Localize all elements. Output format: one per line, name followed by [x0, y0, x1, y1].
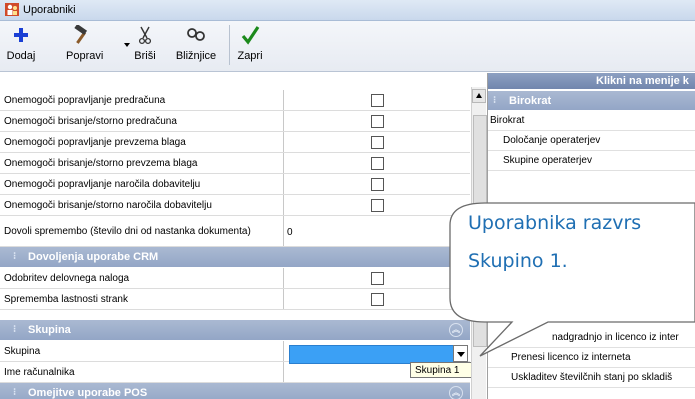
edit-button-label: Popravi: [66, 50, 104, 62]
menu-section-birokrat[interactable]: ⁝ Birokrat: [488, 91, 695, 110]
row-label: Odobritev delovnega naloga: [0, 268, 284, 288]
close-button-label: Zapri: [237, 50, 263, 62]
shortcuts-button-label: Bližnjice: [175, 50, 217, 62]
row-label: Onemogoči brisanje/storno naročila dobav…: [0, 195, 284, 215]
skupina-tooltip: Skupina 1: [410, 362, 472, 378]
skupina-dropdown-button[interactable]: [453, 345, 468, 362]
close-button[interactable]: Zapri: [233, 23, 267, 67]
grid-row: Onemogoči brisanje/storno predračuna: [0, 111, 470, 132]
link-icon: [187, 28, 205, 41]
row-label: Onemogoči popravljanje naročila dobavite…: [0, 174, 284, 194]
grip-icon: ⁝: [13, 324, 17, 335]
section-title: Dovoljenja uporabe CRM: [28, 251, 159, 263]
scroll-up-button[interactable]: [472, 89, 486, 103]
row-label: Sprememba lastnosti strank: [0, 289, 284, 309]
checkbox[interactable]: [371, 136, 384, 149]
menu-item[interactable]: Uskladitev številčnih stanj po skladiš: [511, 368, 672, 387]
menu-panel: Klikni na menije k ⁝ Birokrat Birokrat D…: [487, 73, 695, 399]
row-label: Dovoli spremembo (število dni od nastank…: [0, 216, 284, 246]
menu-panel-header: Klikni na menije k: [488, 73, 695, 89]
grid-row: Dovoli spremembo (število dni od nastank…: [0, 216, 470, 247]
checkbox[interactable]: [371, 94, 384, 107]
menu-item[interactable]: Prenesi licenco iz interneta: [511, 348, 631, 367]
edit-button[interactable]: Popravi: [42, 23, 130, 67]
section-header-skupina[interactable]: ⁝ Skupina ︽: [0, 320, 470, 340]
delete-button[interactable]: Briši: [128, 23, 162, 67]
grip-icon: ⁝: [493, 95, 497, 106]
shortcuts-button[interactable]: Bližnjice: [170, 23, 222, 67]
row-label: Onemogoči brisanje/storno prevzema blaga: [0, 153, 284, 173]
grid-row: Onemogoči brisanje/storno naročila dobav…: [0, 195, 470, 216]
menu-item[interactable]: Skupine operaterjev: [503, 151, 592, 170]
plus-icon: [14, 28, 28, 42]
delete-button-label: Briši: [134, 50, 156, 62]
checkbox[interactable]: [371, 199, 384, 212]
scissors-icon: [138, 26, 152, 45]
checkbox[interactable]: [371, 178, 384, 191]
checkbox[interactable]: [371, 115, 384, 128]
section-title: Omejitve uporabe POS: [28, 387, 148, 399]
days-value[interactable]: 0: [287, 227, 293, 238]
grip-icon: ⁝: [13, 251, 17, 262]
row-label: Onemogoči brisanje/storno predračuna: [0, 111, 284, 131]
grid-row: Sprememba lastnosti strank: [0, 289, 470, 310]
checkbox[interactable]: [371, 157, 384, 170]
grid-scrollbar[interactable]: [471, 87, 487, 399]
grid-row: Onemogoči popravljanje predračuna: [0, 90, 470, 111]
add-button-label: Dodaj: [6, 50, 36, 62]
menu-item[interactable]: nadgradnjo in licenco iz inter: [552, 328, 679, 347]
grid-row: Onemogoči popravljanje prevzema blaga: [0, 132, 470, 153]
menu-panel-header-text: Klikni na menije k: [596, 75, 689, 87]
section-title: Skupina: [28, 324, 71, 336]
checkmark-icon: [241, 26, 260, 45]
row-label: Onemogoči popravljanje prevzema blaga: [0, 132, 284, 152]
callout-line-2: Skupino 1.: [468, 250, 568, 272]
grip-icon: ⁝: [13, 387, 17, 398]
people-icon: [5, 3, 19, 16]
grid-row: Onemogoči popravljanje naročila dobavite…: [0, 174, 470, 195]
toolbar: Dodaj Popravi Briši Bližnjice Zapri: [0, 21, 695, 72]
checkbox[interactable]: [371, 272, 384, 285]
menu-item[interactable]: Birokrat: [490, 111, 524, 130]
section-header-pos[interactable]: ⁝ Omejitve uporabe POS ︽: [0, 383, 470, 399]
grid-row: Ime računalnika: [0, 362, 470, 383]
hammer-icon: [74, 25, 88, 44]
title-bar: Uporabniki: [0, 0, 695, 21]
row-label: Ime računalnika: [0, 362, 284, 382]
collapse-icon[interactable]: ︽: [449, 386, 463, 399]
callout-line-1: Uporabnika razvrs: [468, 212, 642, 234]
section-header-crm[interactable]: ⁝ Dovoljenja uporabe CRM: [0, 247, 470, 267]
section-title: Birokrat: [509, 95, 552, 107]
toolbar-separator: [229, 25, 230, 65]
collapse-icon[interactable]: ︽: [449, 323, 463, 337]
grid-row: Odobritev delovnega naloga: [0, 268, 470, 289]
checkbox[interactable]: [371, 293, 384, 306]
row-label: Onemogoči popravljanje predračuna: [0, 90, 284, 110]
window-title: Uporabniki: [23, 4, 76, 16]
row-label: Skupina: [0, 341, 284, 361]
grid-row: Onemogoči brisanje/storno prevzema blaga: [0, 153, 470, 174]
add-button[interactable]: Dodaj: [4, 23, 38, 67]
menu-item[interactable]: Določanje operaterjev: [503, 131, 600, 150]
